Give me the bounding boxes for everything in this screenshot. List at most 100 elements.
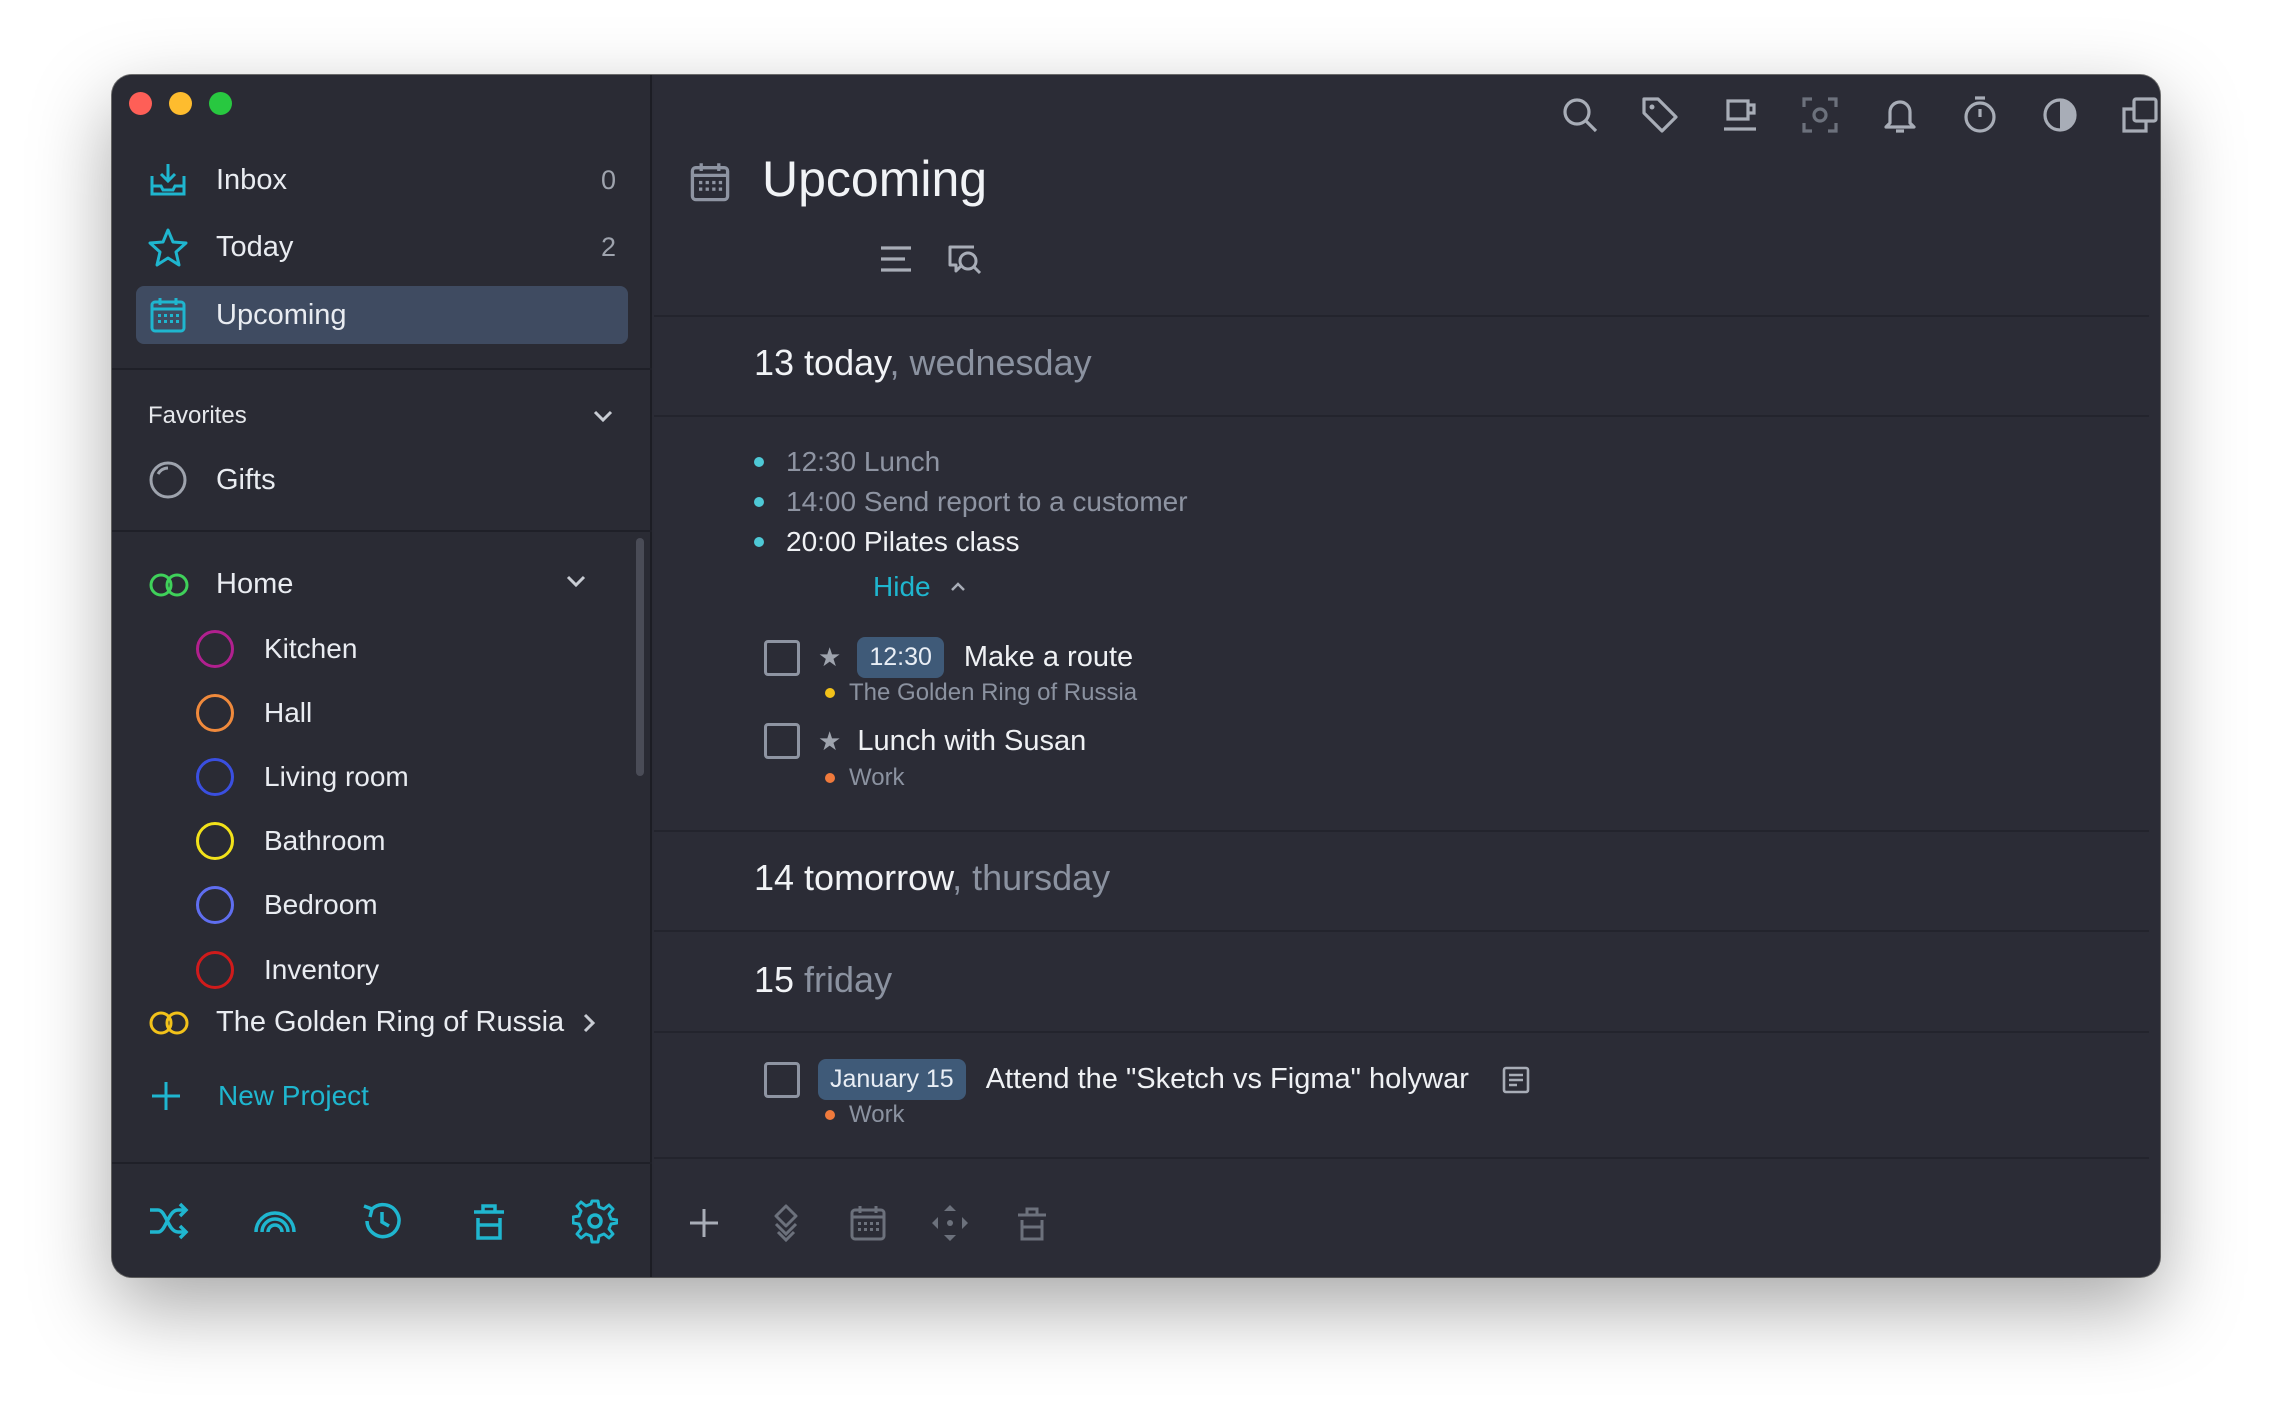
task-title: Attend the "Sketch vs Figma" holywar [985,1063,1469,1095]
trash-icon[interactable] [466,1198,512,1244]
project-color-ring [196,951,234,989]
history-icon[interactable] [359,1198,405,1244]
project-item-hall[interactable]: Hall [196,690,312,736]
calendar-event[interactable]: 20:00 Pilates class [754,526,1019,558]
project-color-ring [196,758,234,796]
task-project: The Golden Ring of Russia [825,679,1137,707]
rainbow-icon[interactable] [252,1198,298,1244]
tag-icon[interactable] [1640,95,1680,135]
shuffle-icon[interactable] [146,1198,192,1244]
move-icon[interactable] [930,1203,970,1243]
event-dot [754,497,764,507]
sidebar-item-today[interactable]: Today 2 [136,218,628,276]
project-home[interactable]: Home [148,568,293,601]
list-menu-icon[interactable] [876,239,916,279]
chevron-down-icon[interactable] [563,568,589,594]
chevron-right-icon[interactable] [578,1010,600,1036]
calendar-icon [150,298,186,333]
add-icon[interactable] [684,1203,724,1243]
project-label: Kitchen [264,633,358,664]
task-project-label: Work [849,1101,905,1128]
search-filter-icon[interactable] [944,239,984,279]
favorites-heading: Favorites [148,402,247,429]
divider [654,415,2149,417]
calendar-event[interactable]: 12:30 Lunch [754,446,940,478]
project-label: Living room [264,761,409,792]
project-label: Bathroom [264,825,386,856]
task-row[interactable]: ★ 12:30 Make a route [764,637,1133,678]
project-color-ring [196,886,234,924]
inbox-icon [150,164,186,196]
divider [112,368,652,370]
sidebar-item-label: Upcoming [216,298,347,331]
contrast-icon[interactable] [2040,95,2080,135]
project-item-bedroom[interactable]: Bedroom [196,882,378,928]
project-item-bathroom[interactable]: Bathroom [196,818,385,864]
divider [654,1031,2149,1033]
event-text: 20:00 Pilates class [786,526,1020,557]
minimize-window-button[interactable] [169,92,192,115]
sidebar-footer [112,1198,652,1258]
priority-icon[interactable] [766,1203,806,1243]
chevron-down-icon[interactable] [590,403,616,429]
settings-icon[interactable] [572,1198,618,1244]
task-checkbox[interactable] [764,723,800,759]
divider [654,1157,2149,1159]
task-project-label: Work [849,764,905,791]
task-row[interactable]: ★ Lunch with Susan [764,723,1086,759]
weekday-label: friday [794,959,893,1000]
window-controls [129,92,232,115]
project-label: The Golden Ring of Russia [216,1006,565,1038]
project-item-inventory[interactable]: Inventory [196,947,379,993]
timer-icon[interactable] [1960,95,2000,135]
project-color-ring [196,694,234,732]
bell-icon[interactable] [1880,95,1920,135]
day-header-13: 13 today, wednesday [754,342,1092,384]
day-header-15: 15 friday [754,959,892,1001]
day-label: 14 tomorrow [754,857,953,898]
project-color-dot [825,773,835,783]
focus-icon[interactable] [1800,95,1840,135]
new-project-button[interactable]: New Project [148,1078,369,1114]
time-badge: 12:30 [857,637,944,678]
task-row[interactable]: January 15 Attend the "Sketch vs Figma" … [764,1059,1531,1100]
divider [112,530,652,532]
day-label: 15 [754,959,795,1000]
task-title: Lunch with Susan [857,724,1087,757]
sidebar-item-upcoming[interactable]: Upcoming [136,286,628,344]
cup-icon[interactable] [1720,95,1760,135]
trash-icon[interactable] [1012,1203,1052,1243]
project-item-living-room[interactable]: Living room [196,754,409,800]
project-item-kitchen[interactable]: Kitchen [196,626,357,672]
star-icon[interactable]: ★ [818,726,841,757]
day-label: 13 today [754,342,890,383]
task-project: Work [825,764,905,792]
calendar-event[interactable]: 14:00 Send report to a customer [754,486,1188,518]
today-count: 2 [600,231,616,262]
inbox-count: 0 [600,164,616,195]
add-icon [152,1082,180,1110]
event-text: 14:00 Send report to a customer [786,486,1188,517]
zoom-window-button[interactable] [209,92,232,115]
star-icon[interactable]: ★ [818,642,841,673]
project-golden-ring[interactable]: The Golden Ring of Russia [148,1006,600,1039]
windows-icon[interactable] [2120,95,2160,135]
progress-circle-icon [149,461,187,499]
project-group-icon [149,573,189,596]
sidebar-scrollbar[interactable] [636,538,644,776]
search-icon[interactable] [1560,95,1600,135]
note-icon[interactable] [1501,1065,1531,1095]
calendar-icon[interactable] [848,1203,888,1243]
task-checkbox[interactable] [764,1061,800,1098]
calendar-icon [690,163,730,202]
sidebar-item-inbox[interactable]: Inbox 0 [136,151,628,209]
favorite-item-gifts[interactable]: Gifts [148,460,276,500]
hide-events-button[interactable]: Hide [873,571,969,603]
project-label: Hall [264,697,313,728]
star-icon [148,228,188,267]
task-checkbox[interactable] [764,639,800,676]
event-dot [754,537,764,547]
date-badge: January 15 [818,1059,966,1100]
close-window-button[interactable] [129,92,152,115]
day-header-14: 14 tomorrow, thursday [754,857,1110,899]
